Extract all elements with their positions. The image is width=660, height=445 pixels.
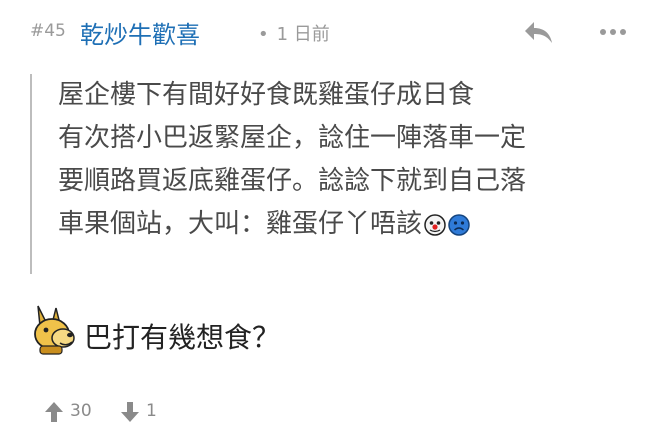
reply-button[interactable] [522,18,556,46]
quote-line-last: 車果個站，大叫：雞蛋仔丫唔該 [58,203,630,246]
sad-face-emoji-icon [448,213,470,236]
post-time: 1 日前 [276,24,330,45]
quote-line-text: 車果個站，大叫：雞蛋仔丫唔該 [58,209,423,239]
quote-line: 要順路買返底雞蛋仔。諗諗下就到自己落 [58,166,527,196]
post-meta: • 1 日前 [258,20,330,46]
quoted-post: 屋企樓下有間好好食既雞蛋仔成日食 有次搭小巴返緊屋企，諗住一陣落車一定 要順路買… [30,74,630,274]
quote-line: 屋企樓下有間好好食既雞蛋仔成日食 [58,80,475,110]
author-name[interactable]: 乾炒牛歡喜 [80,15,200,50]
post-header: #45 乾炒牛歡喜 • 1 日前 [30,14,630,50]
upvote-count: 30 [70,401,92,421]
upvote-button[interactable]: 30 [44,396,114,428]
post-number: #45 [30,21,66,41]
thumbs-down-icon [121,402,139,422]
meta-separator: • [258,24,269,45]
quote-line: 有次搭小巴返緊屋企，諗住一陣落車一定 [58,123,527,153]
more-dots-icon [600,29,626,35]
reply-text: 巴打有幾想食？ [84,321,281,354]
more-button[interactable] [596,18,630,46]
reply-arrow-icon [525,22,552,43]
dog-mascot-icon [34,305,75,355]
clown-emoji-icon [424,213,446,236]
downvote-count: 1 [146,401,157,421]
thumbs-up-icon [45,402,63,422]
downvote-button[interactable]: 1 [120,396,180,428]
